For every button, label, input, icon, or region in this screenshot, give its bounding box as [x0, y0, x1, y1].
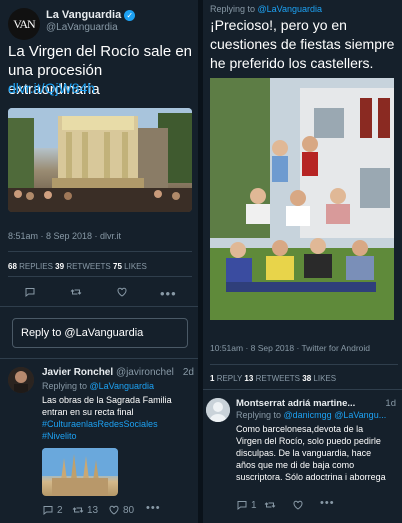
retweet-count: 13 — [87, 504, 99, 516]
retweets-count: 13 — [244, 374, 254, 383]
likes-label: LIKES — [313, 374, 337, 383]
account-name-row[interactable]: La Vanguardia ✓ — [46, 9, 136, 21]
replying-label: Replying to — [42, 381, 90, 391]
panel-divider — [198, 0, 203, 523]
sagrada-familia-photo[interactable] — [42, 448, 118, 496]
tweet-link[interactable]: dlvr.it/QjW84h — [8, 80, 95, 96]
replying-handle[interactable]: @danicmgg @LaVangu... — [284, 410, 387, 420]
retweet-icon — [264, 502, 276, 508]
reply-count: 2 — [57, 504, 63, 516]
tweet-timestamp: 8:51am · 8 Sep 2018 · dlvr.it — [8, 231, 122, 241]
la-vanguardia-avatar[interactable]: VAN — [8, 8, 40, 40]
replying-label: Replying to — [236, 410, 284, 420]
reply-action-reply[interactable]: 2 — [42, 504, 63, 516]
replies-label: REPLIES — [19, 262, 53, 271]
reply-age: 1d — [385, 398, 396, 409]
likes-label: LIKES — [124, 262, 147, 271]
reply-header: Javier Ronchel @javironchel 2d — [42, 367, 194, 378]
more-options-button[interactable]: ••• — [160, 286, 177, 301]
separator — [203, 389, 402, 390]
reply-action-like[interactable]: 80 — [108, 504, 134, 516]
procession-photo[interactable] — [8, 108, 192, 212]
account-handle[interactable]: @LaVanguardia — [46, 22, 118, 33]
more-icon: ••• — [320, 497, 335, 509]
reply-action-retweet[interactable]: 13 — [72, 504, 98, 516]
tweet-stats: 1 REPLY 13 RETWEETS 38 LIKES — [210, 374, 336, 383]
likes-count: 75 — [113, 262, 122, 271]
retweets-label: RETWEETS — [255, 374, 301, 383]
reply-text-line: entran en su recta final — [42, 407, 134, 417]
reply-input[interactable]: Reply to @LaVanguardia — [12, 318, 188, 348]
reply-author-name[interactable]: Javier Ronchel — [42, 367, 113, 378]
reply-action-reply[interactable]: 1 — [236, 499, 257, 511]
hashtag[interactable]: #Nivelito — [42, 430, 194, 442]
sagrada-familia-image — [42, 448, 118, 496]
reply-header: Montserrat adriá martine... 1d — [236, 398, 396, 409]
reply-age: 2d — [182, 367, 194, 378]
retweets-count: 39 — [55, 262, 65, 271]
javier-avatar-image — [8, 367, 34, 393]
replying-to: Replying to @danicmgg @LaVangu... — [236, 410, 386, 421]
replying-handle[interactable]: @LaVanguardia — [90, 381, 155, 391]
replying-handle[interactable]: @LaVanguardia — [258, 4, 323, 14]
reply-count: 1 — [251, 499, 257, 511]
avatar[interactable] — [8, 367, 34, 393]
replying-to: Replying to @LaVanguardia — [42, 381, 154, 392]
retweets-label: RETWEETS — [66, 262, 111, 271]
default-avatar-icon — [206, 398, 230, 422]
retweet-button[interactable] — [70, 286, 82, 298]
reply-author-name[interactable]: Montserrat adriá martine... — [236, 398, 355, 409]
retweet-icon — [70, 289, 82, 295]
likes-count: 38 — [302, 374, 312, 383]
account-name[interactable]: La Vanguardia — [46, 9, 121, 21]
castellers-photo[interactable] — [210, 78, 394, 320]
reply-icon — [237, 501, 247, 511]
separator — [0, 306, 198, 307]
reply-author-handle[interactable]: @javironchel — [116, 367, 174, 378]
reply-text-line: Las obras de la Sagrada Familia — [42, 395, 172, 405]
reply-icon — [25, 288, 35, 298]
reply-more-button[interactable]: ••• — [320, 497, 335, 509]
replies-count: 68 — [8, 262, 17, 271]
replying-label: Replying to — [210, 4, 258, 14]
heart-icon — [293, 500, 303, 510]
retweet-icon — [72, 507, 84, 513]
more-icon: ••• — [160, 286, 177, 301]
reply-count: 1 — [210, 374, 215, 383]
replying-to: Replying to @LaVanguardia — [210, 4, 322, 15]
hashtag[interactable]: #CulturaenlasRedesSociales — [42, 418, 194, 430]
reply-text: Como barcelonesa,devota de la Virgen del… — [236, 424, 386, 482]
heart-icon — [117, 287, 127, 297]
procession-image — [8, 108, 192, 212]
castellers-image — [210, 78, 394, 320]
like-button[interactable] — [116, 286, 128, 298]
reply-text: Las obras de la Sagrada Familia entran e… — [42, 394, 194, 442]
verified-icon: ✓ — [124, 9, 136, 21]
reply-label: REPLY — [216, 374, 243, 383]
more-icon: ••• — [146, 502, 161, 514]
tweet-text: ¡Precioso!, pero yo en cuestiones de fie… — [210, 17, 395, 71]
reply-button[interactable] — [24, 286, 36, 298]
separator — [8, 276, 192, 277]
separator — [210, 364, 398, 365]
avatar[interactable] — [206, 398, 230, 422]
reply-input-placeholder: Reply to @LaVanguardia — [21, 327, 144, 339]
tweet-timestamp: 10:51am · 8 Sep 2018 · Twitter for Andro… — [210, 343, 371, 353]
reply-action-like[interactable] — [292, 499, 304, 511]
tweet-stats: 68 REPLIES 39 RETWEETS 75 LIKES — [8, 262, 147, 271]
reply-icon — [43, 506, 53, 516]
reply-more-button[interactable]: ••• — [146, 502, 161, 514]
heart-icon — [109, 505, 119, 515]
separator — [0, 358, 198, 359]
reply-action-retweet[interactable] — [264, 499, 276, 511]
separator — [8, 251, 192, 252]
like-count: 80 — [123, 504, 135, 516]
